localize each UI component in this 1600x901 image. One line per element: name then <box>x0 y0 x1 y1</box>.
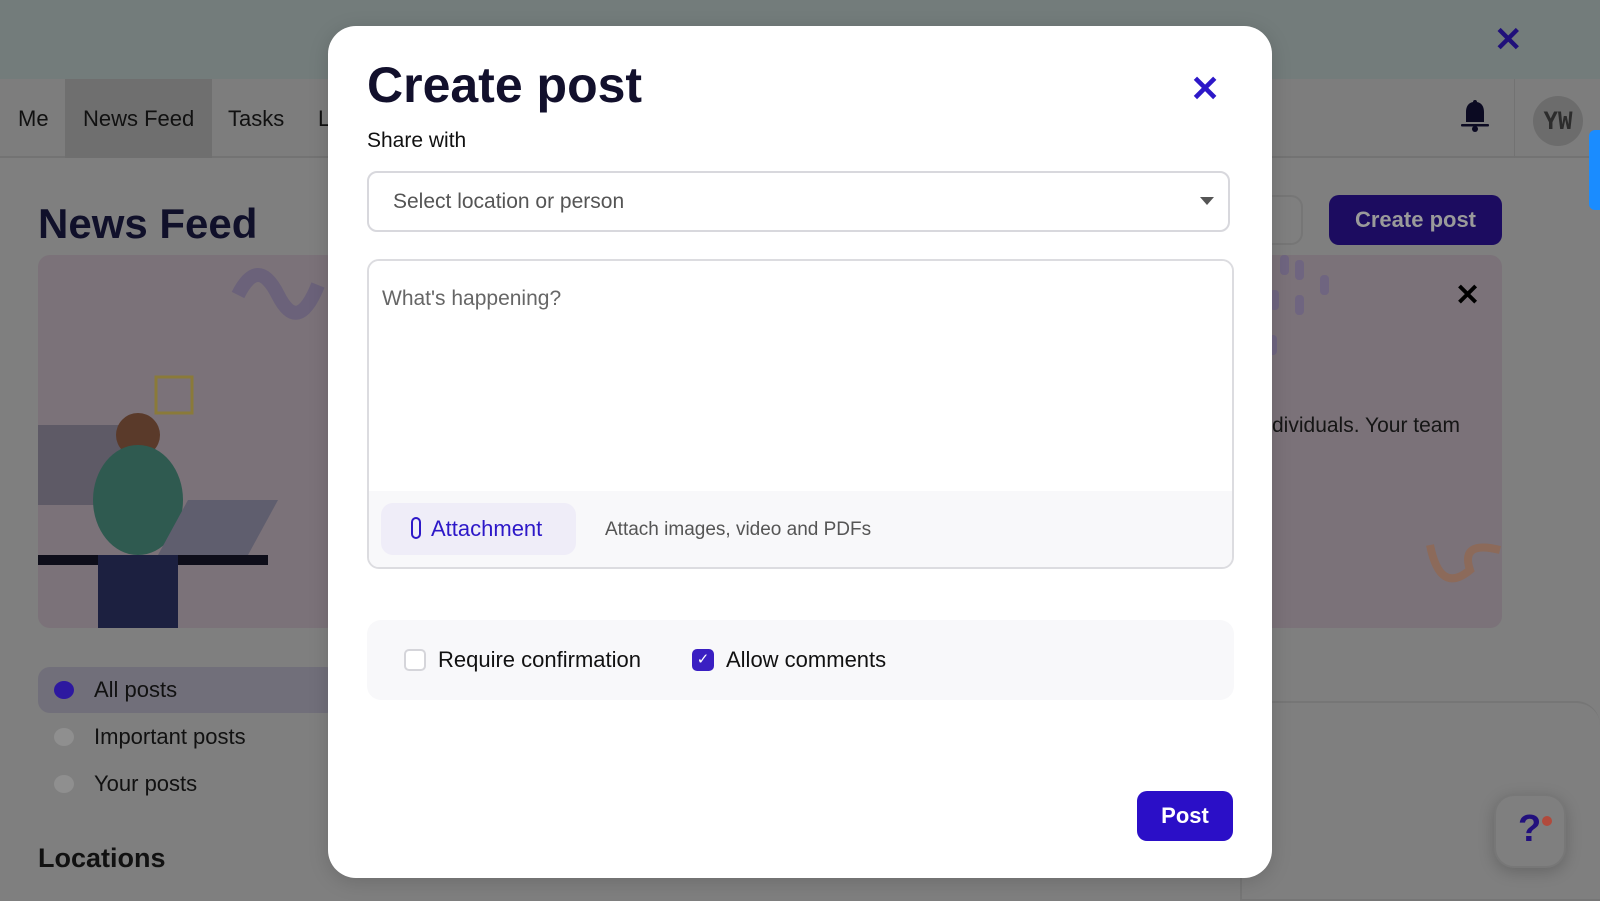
share-with-label: Share with <box>367 129 467 152</box>
bell-icon[interactable] <box>1458 98 1492 134</box>
chevron-down-icon <box>1200 197 1214 205</box>
question-icon: ? <box>1518 808 1542 850</box>
post-text-input[interactable] <box>369 261 1232 491</box>
modal-title: Create post <box>367 57 643 113</box>
page-title: News Feed <box>38 200 258 247</box>
allow-comments-checkbox[interactable]: ✓ <box>692 649 714 671</box>
attachment-button[interactable]: Attachment <box>381 503 576 555</box>
sidebar-item-all-posts[interactable]: All posts <box>38 667 338 713</box>
chat-bubble-icon <box>54 775 74 793</box>
require-confirmation-label[interactable]: Require confirmation <box>438 647 641 673</box>
create-post-button[interactable]: Create post <box>1329 195 1502 245</box>
nav-divider <box>1514 79 1515 158</box>
banner-close-icon[interactable]: ✕ <box>1494 20 1523 60</box>
banner-dismiss-icon[interactable]: ✕ <box>1455 278 1480 313</box>
allow-comments-label[interactable]: Allow comments <box>726 647 886 673</box>
notification-dot <box>1542 816 1552 826</box>
side-tab-handle[interactable] <box>1589 130 1600 210</box>
close-icon[interactable]: ✕ <box>1190 68 1220 110</box>
tab-me[interactable]: Me <box>0 79 67 158</box>
post-button[interactable]: Post <box>1137 791 1233 841</box>
share-with-select[interactable]: Select location or person <box>367 171 1230 232</box>
welcome-illustration <box>38 255 338 628</box>
help-button[interactable]: ? <box>1494 794 1566 868</box>
tab-news-feed[interactable]: News Feed <box>65 79 213 158</box>
select-placeholder: Select location or person <box>393 190 625 213</box>
attachment-label: Attachment <box>431 516 543 541</box>
tab-tasks[interactable]: Tasks <box>210 79 302 158</box>
attachment-bar: Attachment Attach images, video and PDFs <box>369 491 1232 567</box>
post-composer: Attachment Attach images, video and PDFs <box>367 259 1234 569</box>
require-confirmation-checkbox[interactable] <box>404 649 426 671</box>
sidebar-item-label: Important posts <box>94 724 246 749</box>
paperclip-icon <box>411 517 421 539</box>
banner-text: dividuals. Your team <box>1272 414 1460 437</box>
locations-heading: Locations <box>38 843 166 873</box>
sidebar-item-label: All posts <box>94 677 178 702</box>
exclamation-icon <box>54 728 74 746</box>
post-options: Require confirmation ✓ Allow comments <box>367 620 1234 700</box>
create-post-modal: Create post ✕ Share with Select location… <box>328 26 1272 878</box>
sidebar-item-important-posts[interactable]: Important posts <box>38 714 338 760</box>
chat-bubble-icon <box>54 681 74 699</box>
sidebar-item-your-posts[interactable]: Your posts <box>38 761 338 807</box>
attachment-hint: Attach images, video and PDFs <box>605 519 872 540</box>
sidebar-item-label: Your posts <box>94 771 198 796</box>
avatar[interactable]: YW <box>1533 96 1583 146</box>
